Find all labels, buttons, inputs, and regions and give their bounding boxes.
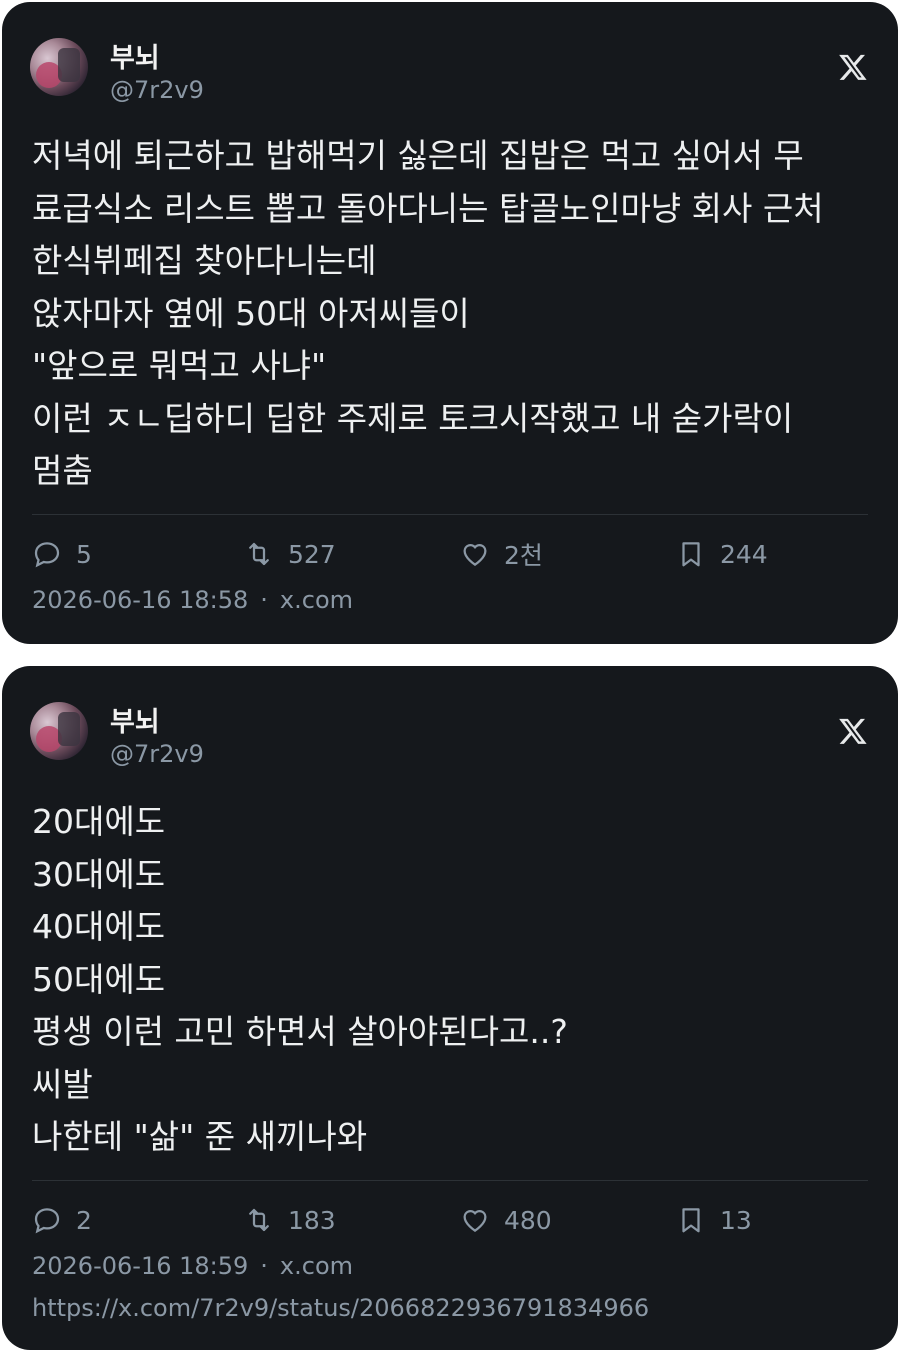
x-logo-icon[interactable] [838,52,868,82]
author-handle[interactable]: @7r2v9 [110,740,204,768]
bookmark-count: 244 [720,539,768,569]
tweet-url[interactable]: https://x.com/7r2v9/status/2066822936791… [32,1294,649,1322]
author-name[interactable]: 부뇌 [110,700,160,739]
retweet-button[interactable]: 183 [244,1200,336,1240]
bookmark-icon [682,542,700,567]
author-handle[interactable]: @7r2v9 [110,76,204,104]
retweet-count: 183 [288,1205,336,1235]
divider [32,1180,868,1181]
bookmark-icon [682,1208,700,1233]
avatar[interactable] [30,38,88,96]
tweet-meta: 2026-06-16 18:59 · x.com [32,1252,353,1280]
tweet-actions: 2 183 480 13 [32,1200,868,1240]
reply-button[interactable]: 2 [32,1200,92,1240]
tweet-card[interactable]: 부뇌 @7r2v9 20대에도 30대에도 40대에도 50대에도 평생 이런 … [2,666,898,1350]
retweet-icon [249,1208,269,1232]
bookmark-button[interactable]: 244 [676,534,768,574]
reply-icon [34,1208,60,1234]
like-count: 480 [504,1205,552,1235]
tweet-text: 20대에도 30대에도 40대에도 50대에도 평생 이런 고민 하면서 살아야… [32,802,568,1156]
retweet-icon [249,542,269,566]
like-button[interactable]: 480 [460,1200,552,1240]
tweet-meta: 2026-06-16 18:58 · x.com [32,586,353,614]
timestamp[interactable]: 2026-06-16 18:59 [32,1252,248,1280]
x-logo-icon[interactable] [838,716,868,746]
reply-count: 5 [76,539,92,569]
tweet-text: 저녁에 퇴근하고 밥해먹기 싫은데 집밥은 먹고 싶어서 무 료급식소 리스트 … [32,136,824,490]
heart-icon [463,544,487,566]
source-link[interactable]: x.com [280,586,353,614]
tweet-card[interactable]: 부뇌 @7r2v9 저녁에 퇴근하고 밥해먹기 싫은데 집밥은 먹고 싶어서 무… [2,2,898,644]
tweet-header: 부뇌 @7r2v9 [30,700,870,768]
like-count: 2천 [504,541,543,570]
like-button[interactable]: 2천 [460,534,543,574]
source-link[interactable]: x.com [280,1252,353,1280]
reply-count: 2 [76,1205,92,1235]
avatar[interactable] [30,702,88,760]
separator-dot: · [260,586,268,614]
reply-icon [34,542,60,568]
bookmark-count: 13 [720,1205,752,1235]
tweet-header: 부뇌 @7r2v9 [30,36,870,104]
retweet-count: 527 [288,539,336,569]
heart-icon [463,1210,487,1232]
bookmark-button[interactable]: 13 [676,1200,752,1240]
separator-dot: · [260,1252,268,1280]
reply-button[interactable]: 5 [32,534,92,574]
retweet-button[interactable]: 527 [244,534,336,574]
divider [32,514,868,515]
tweet-actions: 5 527 2천 244 [32,534,868,574]
timestamp[interactable]: 2026-06-16 18:58 [32,586,248,614]
author-name[interactable]: 부뇌 [110,36,160,75]
